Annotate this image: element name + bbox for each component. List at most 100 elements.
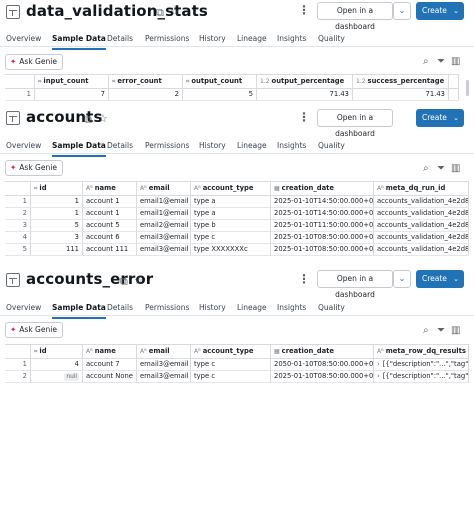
table-cell[interactable]: accounts_validation_4e2d8ea <box>374 196 469 208</box>
star-icon[interactable]: ☆ <box>134 274 144 287</box>
table-cell[interactable]: 5 <box>31 220 83 232</box>
column-header-output-count[interactable]: ⌗ output_count <box>183 75 257 89</box>
columns-icon[interactable]: ▥ <box>451 56 460 67</box>
table-cell[interactable]: type b <box>191 220 271 232</box>
table-cell[interactable]: 2025-01-10T11:50:00.000+00:00 <box>271 220 374 232</box>
table-cell[interactable]: account None <box>83 371 137 383</box>
table-cell[interactable]: 2050-01-10T08:50:00.000+00:00 <box>271 359 374 371</box>
table-cell[interactable]: 111 <box>31 244 83 256</box>
tab-quality[interactable]: Quality <box>318 32 345 50</box>
tab-lineage[interactable]: Lineage <box>237 301 267 319</box>
tab-insights[interactable]: Insights <box>277 139 306 157</box>
star-icon[interactable]: ☆ <box>98 112 108 125</box>
tab-details[interactable]: Details <box>107 32 133 50</box>
table-cell[interactable]: type c <box>191 371 271 383</box>
column-header-email[interactable]: Aᴮ email <box>137 182 191 196</box>
tab-history[interactable]: History <box>199 32 226 50</box>
tab-permissions[interactable]: Permissions <box>145 301 189 319</box>
table-cell[interactable]: account 111 <box>83 244 137 256</box>
table-cell[interactable]: account 1 <box>83 208 137 220</box>
table-cell[interactable]: 4 <box>31 359 83 371</box>
scrollbar[interactable] <box>466 80 469 96</box>
kebab-menu-icon[interactable]: ⋮ <box>298 3 310 17</box>
column-header-account-type[interactable]: Aᴮ account_type <box>191 182 271 196</box>
column-header-success-percentage[interactable]: 1.2 success_percentage <box>353 75 449 89</box>
chevron-right-icon[interactable]: › <box>377 360 380 368</box>
table-cell[interactable]: 1 <box>31 208 83 220</box>
filter-icon[interactable]: ⏷ <box>437 163 445 174</box>
create-button[interactable]: Create ⌄ <box>416 109 464 127</box>
table-cell[interactable]: 2025-01-10T08:50:00.000+00:00 <box>271 232 374 244</box>
column-header-id[interactable]: ⌗ id <box>31 345 83 359</box>
table-cell[interactable]: email2@email <box>137 220 191 232</box>
column-header-meta-row-dq-results[interactable]: Aᴮ meta_row_dq_results <box>374 345 469 359</box>
search-icon[interactable]: ⌕ <box>423 56 429 67</box>
tab-details[interactable]: Details <box>107 301 133 319</box>
filter-icon[interactable]: ⏷ <box>437 56 445 67</box>
table-cell[interactable]: type c <box>191 232 271 244</box>
column-header-output-percentage[interactable]: 1.2 output_percentage <box>257 75 353 89</box>
tab-sample-data[interactable]: Sample Data <box>52 32 106 50</box>
table-cell[interactable]: ›[{"description":"...","tag":"va <box>374 371 469 383</box>
columns-icon[interactable]: ▥ <box>451 163 460 174</box>
chevron-down-icon[interactable]: ⌄ <box>393 2 411 20</box>
search-icon[interactable]: ⌕ <box>423 325 429 336</box>
table-cell[interactable]: email1@email <box>137 208 191 220</box>
table-cell[interactable]: type XXXXXXXc <box>191 244 271 256</box>
table-cell[interactable]: email1@email <box>137 196 191 208</box>
chevron-down-icon[interactable]: ⌄ <box>393 270 411 288</box>
table-cell[interactable]: 1 <box>31 196 83 208</box>
table-cell[interactable]: account 5 <box>83 220 137 232</box>
table-cell[interactable]: ›[{"description":"...","tag":"va <box>374 359 469 371</box>
table-cell[interactable]: 3 <box>31 232 83 244</box>
tab-permissions[interactable]: Permissions <box>145 139 189 157</box>
ask-genie-button[interactable]: ✦ Ask Genie <box>5 160 63 176</box>
column-header-creation-date[interactable]: ▦ creation_date <box>271 345 374 359</box>
tab-quality[interactable]: Quality <box>318 301 345 319</box>
row-number-header[interactable] <box>5 345 31 359</box>
search-icon[interactable]: ⌕ <box>423 163 429 174</box>
column-header-account-type[interactable]: Aᴮ account_type <box>191 345 271 359</box>
tab-permissions[interactable]: Permissions <box>145 32 189 50</box>
chevron-right-icon[interactable]: › <box>377 372 380 380</box>
tab-overview[interactable]: Overview <box>6 32 41 50</box>
table-cell[interactable]: account 1 <box>83 196 137 208</box>
table-cell[interactable]: 2025-01-10T08:50:00.000+00:00 <box>271 371 374 383</box>
tab-quality[interactable]: Quality <box>318 139 345 157</box>
column-header-input-count[interactable]: ⌗ input_count <box>35 75 109 89</box>
tab-sample-data[interactable]: Sample Data <box>52 139 106 157</box>
column-header-meta-dq-run-id[interactable]: Aᴮ meta_dq_run_id <box>374 182 469 196</box>
table-cell[interactable]: email3@email <box>137 232 191 244</box>
table-cell[interactable]: email3@email <box>137 244 191 256</box>
table-cell[interactable]: 2025-01-10T14:50:00.000+00:00 <box>271 208 374 220</box>
table-cell[interactable]: email3@email <box>137 359 191 371</box>
row-number-header[interactable] <box>5 182 31 196</box>
star-icon[interactable]: ☆ <box>170 5 180 18</box>
copy-icon[interactable]: ⧉ <box>156 6 164 20</box>
table-cell[interactable]: 71.43 <box>353 89 449 101</box>
table-cell[interactable]: type a <box>191 196 271 208</box>
kebab-menu-icon[interactable]: ⋮ <box>298 110 310 124</box>
table-cell[interactable]: email3@email <box>137 371 191 383</box>
create-button[interactable]: Create ⌄ <box>416 270 464 288</box>
tab-history[interactable]: History <box>199 301 226 319</box>
create-button[interactable]: Create ⌄ <box>416 2 464 20</box>
tab-overview[interactable]: Overview <box>6 139 41 157</box>
kebab-menu-icon[interactable]: ⋮ <box>298 272 310 286</box>
column-header-error-count[interactable]: ⌗ error_count <box>109 75 183 89</box>
filter-icon[interactable]: ⏷ <box>437 325 445 336</box>
table-cell[interactable]: accounts_validation_4e2d8ea <box>374 232 469 244</box>
table-cell[interactable]: accounts_validation_4e2d8ea <box>374 208 469 220</box>
columns-icon[interactable]: ▥ <box>451 325 460 336</box>
open-in-dashboard-button[interactable]: Open in a dashboard <box>317 109 393 138</box>
tab-overview[interactable]: Overview <box>6 301 41 319</box>
table-cell[interactable]: 2025-01-10T14:50:00.000+00:00 <box>271 196 374 208</box>
column-header-creation-date[interactable]: ▦ creation_date <box>271 182 374 196</box>
table-cell[interactable]: accounts_validation_4e2d8ea <box>374 220 469 232</box>
copy-icon[interactable]: ⧉ <box>84 113 92 127</box>
open-in-dashboard-button[interactable]: Open in a dashboard <box>317 270 393 299</box>
column-header-name[interactable]: Aᴮ name <box>83 182 137 196</box>
ask-genie-button[interactable]: ✦ Ask Genie <box>5 54 63 70</box>
table-cell[interactable]: 7 <box>35 89 109 101</box>
tab-sample-data[interactable]: Sample Data <box>52 301 106 319</box>
